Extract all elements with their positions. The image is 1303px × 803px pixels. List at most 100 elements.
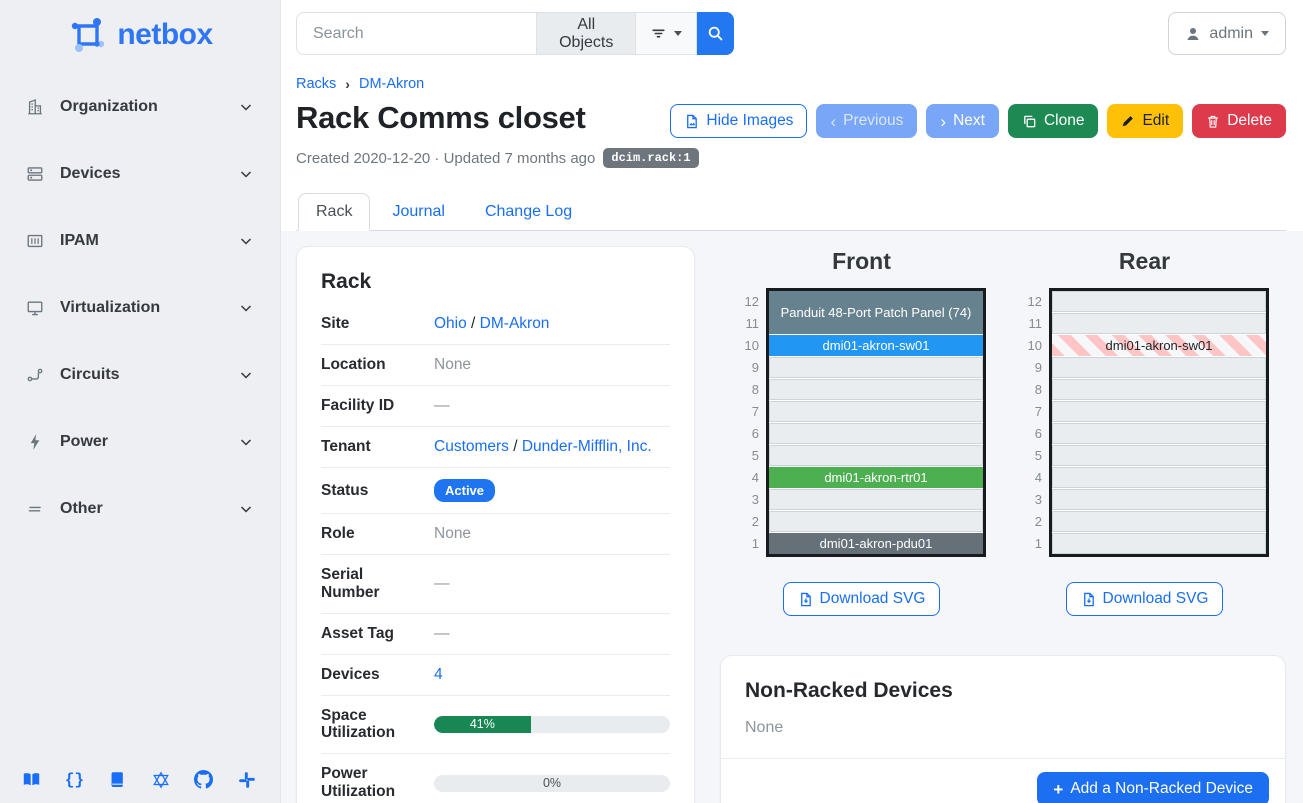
graphql-icon[interactable]: [151, 770, 170, 789]
rack-attributes-table: SiteOhio / DM-AkronLocationNoneFacility …: [321, 304, 670, 803]
other-icon: [26, 500, 44, 518]
rear-rack-empty-slot[interactable]: [1052, 533, 1266, 554]
sidebar-item-organization[interactable]: Organization: [0, 82, 280, 132]
trash-icon: [1206, 114, 1220, 129]
unit-label: 8: [1020, 379, 1042, 400]
front-rack-device[interactable]: dmi01-akron-rtr01: [769, 467, 983, 488]
attr-label: Power Utilization: [321, 754, 419, 803]
sidebar-footer: {}: [0, 756, 280, 803]
title-row: Rack Comms closet Hide Images ‹ Previous…: [296, 100, 1286, 138]
attr-row-location: LocationNone: [321, 345, 670, 386]
attr-link[interactable]: DM-Akron: [480, 315, 550, 332]
hide-images-button[interactable]: Hide Images: [670, 104, 807, 138]
search-input[interactable]: [296, 12, 536, 55]
attr-label: Status: [321, 468, 419, 514]
ipam-icon: [26, 232, 44, 250]
attr-value: None: [419, 345, 670, 386]
front-rack-device[interactable]: dmi01-akron-pdu01: [769, 533, 983, 554]
code-braces-icon[interactable]: {}: [65, 770, 84, 789]
sidebar-item-other[interactable]: Other: [0, 484, 280, 534]
rear-rack-empty-slot[interactable]: [1052, 489, 1266, 510]
sidebar-item-ipam[interactable]: IPAM: [0, 216, 280, 266]
add-non-racked-device-button[interactable]: + Add a Non-Racked Device: [1037, 772, 1269, 803]
attr-label: Devices: [321, 654, 419, 695]
virtualization-icon: [26, 299, 44, 317]
search-submit-button[interactable]: [697, 12, 734, 55]
slack-icon[interactable]: [237, 770, 256, 789]
previous-button[interactable]: ‹ Previous: [816, 104, 917, 138]
attr-label: Location: [321, 345, 419, 386]
space-utilization-bar: 41%: [434, 716, 670, 733]
sidebar-item-power[interactable]: Power: [0, 417, 280, 467]
attr-link[interactable]: 4: [434, 666, 443, 683]
sidebar-item-circuits[interactable]: Circuits: [0, 350, 280, 400]
front-download-svg-button[interactable]: Download SVG: [783, 582, 941, 616]
rear-rack-empty-slot[interactable]: [1052, 423, 1266, 444]
unit-label: 4: [1020, 467, 1042, 488]
breadcrumb-site-link[interactable]: DM-Akron: [359, 76, 424, 92]
organization-icon: [26, 98, 44, 116]
attr-value: —: [419, 386, 670, 427]
file-download-icon: [798, 592, 813, 607]
edit-button[interactable]: Edit: [1107, 104, 1183, 138]
netbox-logo[interactable]: netbox: [0, 0, 280, 66]
sidebar-item-label: Devices: [60, 165, 222, 183]
search-scope-button[interactable]: All Objects: [536, 12, 635, 55]
tab-change-log[interactable]: Change Log: [467, 193, 590, 231]
user-menu-button[interactable]: admin: [1168, 12, 1286, 55]
rear-elevation-title: Rear: [1119, 248, 1170, 275]
attr-row-role: RoleNone: [321, 514, 670, 555]
rear-rack-device[interactable]: dmi01-akron-sw01: [1052, 335, 1266, 356]
book-icon[interactable]: [108, 770, 127, 789]
clone-button[interactable]: Clone: [1008, 104, 1099, 138]
non-racked-devices-card: Non-Racked Devices None + Add a Non-Rack…: [720, 655, 1286, 803]
delete-button[interactable]: Delete: [1192, 104, 1286, 138]
front-rack-device[interactable]: Panduit 48-Port Patch Panel (74): [769, 291, 983, 334]
front-rack-empty-slot[interactable]: [769, 401, 983, 422]
front-rack-empty-slot[interactable]: [769, 489, 983, 510]
front-rack-empty-slot[interactable]: [769, 379, 983, 400]
front-rack-empty-slot[interactable]: [769, 357, 983, 378]
rear-rack-empty-slot[interactable]: [1052, 467, 1266, 488]
attr-row-space-utilization: Space Utilization41%: [321, 695, 670, 754]
attr-link[interactable]: Dunder-Mifflin, Inc.: [522, 438, 652, 455]
right-column: Front 121110987654321 Panduit 48-Port Pa…: [720, 246, 1286, 803]
front-rack-device[interactable]: dmi01-akron-sw01: [769, 335, 983, 356]
rear-download-svg-button[interactable]: Download SVG: [1066, 582, 1224, 616]
caret-down-icon: [674, 31, 682, 36]
rear-rack-empty-slot[interactable]: [1052, 313, 1266, 334]
attr-value: —: [419, 613, 670, 654]
docs-icon[interactable]: [22, 770, 41, 789]
rear-rack-empty-slot[interactable]: [1052, 511, 1266, 532]
attr-link[interactable]: Customers: [434, 438, 509, 455]
sidebar-item-label: Circuits: [60, 366, 222, 384]
github-icon[interactable]: [194, 770, 213, 789]
tab-journal[interactable]: Journal: [374, 193, 462, 231]
sidebar-item-virtualization[interactable]: Virtualization: [0, 283, 280, 333]
created-updated-text: Created 2020-12-20 · Updated 7 months ag…: [296, 150, 595, 167]
breadcrumb-racks-link[interactable]: Racks: [296, 76, 336, 92]
attr-row-tenant: TenantCustomers / Dunder-Mifflin, Inc.: [321, 427, 670, 468]
front-rack: 121110987654321 Panduit 48-Port Patch Pa…: [737, 288, 986, 557]
unit-label: 2: [737, 511, 759, 532]
unit-label: 6: [737, 423, 759, 444]
sidebar-item-label: Other: [60, 500, 222, 518]
rear-rack-empty-slot[interactable]: [1052, 291, 1266, 312]
next-button[interactable]: › Next: [926, 104, 999, 138]
rear-rack-empty-slot[interactable]: [1052, 401, 1266, 422]
front-rack-empty-slot[interactable]: [769, 511, 983, 532]
chevron-down-icon: [238, 166, 254, 182]
front-rack-empty-slot[interactable]: [769, 423, 983, 444]
search-filter-dropdown[interactable]: [635, 12, 697, 55]
sidebar-item-devices[interactable]: Devices: [0, 149, 280, 199]
rear-rack-empty-slot[interactable]: [1052, 357, 1266, 378]
front-rack-empty-slot[interactable]: [769, 445, 983, 466]
front-elevation-title: Front: [832, 248, 891, 275]
tab-rack[interactable]: Rack: [298, 193, 370, 231]
rear-rack-empty-slot[interactable]: [1052, 379, 1266, 400]
rear-elevation: Rear 121110987654321 dmi01-akron-sw01: [1003, 246, 1286, 616]
attr-label: Site: [321, 304, 419, 345]
rear-rack-empty-slot[interactable]: [1052, 445, 1266, 466]
object-id-badge: dcim.rack:1: [603, 148, 698, 168]
attr-link[interactable]: Ohio: [434, 315, 467, 332]
